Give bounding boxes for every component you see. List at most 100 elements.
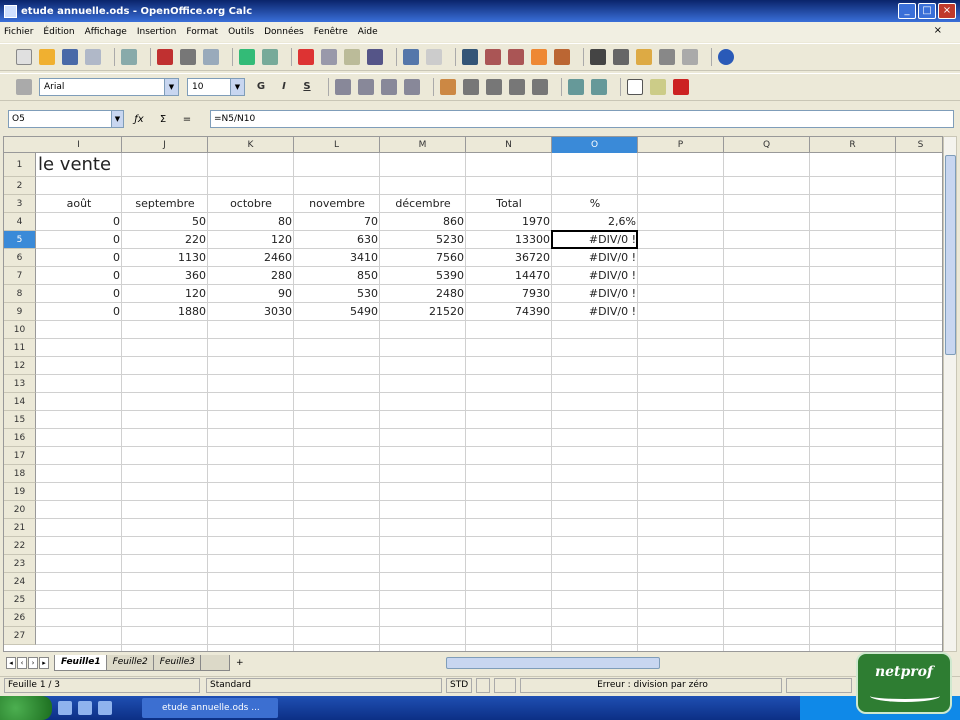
row-header-6[interactable]: 6 bbox=[4, 249, 36, 267]
row-header-11[interactable]: 11 bbox=[4, 339, 36, 357]
data-cell[interactable]: 36720 bbox=[466, 249, 552, 267]
function-wizard-icon[interactable]: ƒx bbox=[130, 114, 148, 125]
column-header-r[interactable]: R bbox=[810, 137, 896, 153]
add-sheet-icon[interactable]: + bbox=[236, 658, 244, 668]
sum-icon[interactable]: Σ bbox=[154, 114, 172, 125]
data-cell[interactable]: 860 bbox=[380, 213, 466, 231]
status-mode[interactable]: STD bbox=[446, 678, 472, 693]
data-cell[interactable]: 74390 bbox=[466, 303, 552, 321]
header-cell[interactable]: octobre bbox=[208, 195, 294, 213]
menu-donnees[interactable]: Données bbox=[264, 27, 304, 37]
tab-blank[interactable] bbox=[199, 655, 230, 671]
bold-icon[interactable]: G bbox=[253, 79, 269, 95]
data-cell[interactable]: 220 bbox=[122, 231, 208, 249]
media-icon[interactable] bbox=[98, 701, 112, 715]
column-header-l[interactable]: L bbox=[294, 137, 380, 153]
column-header-j[interactable]: J bbox=[122, 137, 208, 153]
redo-icon[interactable] bbox=[426, 49, 442, 65]
row-header-21[interactable]: 21 bbox=[4, 519, 36, 537]
row-header-19[interactable]: 19 bbox=[4, 483, 36, 501]
undo-icon[interactable] bbox=[403, 49, 419, 65]
row-header-7[interactable]: 7 bbox=[4, 267, 36, 285]
data-cell[interactable]: 5230 bbox=[380, 231, 466, 249]
first-sheet-icon[interactable]: ◂ bbox=[6, 657, 16, 669]
column-header-k[interactable]: K bbox=[208, 137, 294, 153]
column-header-q[interactable]: Q bbox=[724, 137, 810, 153]
tab-feuille1[interactable]: Feuille1 bbox=[54, 655, 108, 671]
datasource-icon[interactable] bbox=[659, 49, 675, 65]
data-cell[interactable]: 850 bbox=[294, 267, 380, 285]
name-box[interactable]: O5 ▼ bbox=[8, 110, 124, 128]
row-header-16[interactable]: 16 bbox=[4, 429, 36, 447]
header-cell[interactable]: % bbox=[552, 195, 638, 213]
row-header-12[interactable]: 12 bbox=[4, 357, 36, 375]
data-cell[interactable]: 0 bbox=[36, 303, 122, 321]
cut-icon[interactable] bbox=[298, 49, 314, 65]
chart-icon[interactable] bbox=[531, 49, 547, 65]
data-cell[interactable]: 0 bbox=[36, 267, 122, 285]
data-cell[interactable]: 0 bbox=[36, 249, 122, 267]
gallery-icon[interactable] bbox=[636, 49, 652, 65]
column-header-p[interactable]: P bbox=[638, 137, 724, 153]
row-header-27[interactable]: 27 bbox=[4, 627, 36, 645]
row-header-26[interactable]: 26 bbox=[4, 609, 36, 627]
menu-insertion[interactable]: Insertion bbox=[137, 27, 177, 37]
spellcheck-icon[interactable] bbox=[239, 49, 255, 65]
vertical-scrollbar[interactable] bbox=[943, 136, 957, 652]
new-icon[interactable] bbox=[16, 49, 32, 65]
show-desktop-icon[interactable] bbox=[58, 701, 72, 715]
tab-feuille2[interactable]: Feuille2 bbox=[105, 655, 155, 671]
row-header-3[interactable]: 3 bbox=[4, 195, 36, 213]
row-header-14[interactable]: 14 bbox=[4, 393, 36, 411]
data-cell[interactable]: 50 bbox=[122, 213, 208, 231]
print-preview-icon[interactable] bbox=[203, 49, 219, 65]
clone-format-icon[interactable] bbox=[367, 49, 383, 65]
data-cell[interactable]: 80 bbox=[208, 213, 294, 231]
menu-fenetre[interactable]: Fenêtre bbox=[314, 27, 348, 37]
save-icon[interactable] bbox=[62, 49, 78, 65]
italic-icon[interactable]: I bbox=[276, 79, 292, 95]
column-header-o[interactable]: O bbox=[552, 137, 638, 153]
scroll-thumb[interactable] bbox=[945, 155, 956, 355]
underline-icon[interactable]: S bbox=[299, 79, 315, 95]
row-header-13[interactable]: 13 bbox=[4, 375, 36, 393]
minimize-button[interactable]: _ bbox=[898, 3, 916, 19]
zoom-slider[interactable] bbox=[786, 678, 852, 693]
row-header-25[interactable]: 25 bbox=[4, 591, 36, 609]
row-header-8[interactable]: 8 bbox=[4, 285, 36, 303]
data-cell[interactable]: 1880 bbox=[122, 303, 208, 321]
menu-edition[interactable]: Édition bbox=[43, 27, 74, 37]
data-cell[interactable]: 120 bbox=[122, 285, 208, 303]
next-sheet-icon[interactable]: › bbox=[28, 657, 38, 669]
menu-fichier[interactable]: Fichier bbox=[4, 27, 33, 37]
data-cell[interactable]: #DIV/0 ! bbox=[552, 267, 638, 285]
row-header-2[interactable]: 2 bbox=[4, 177, 36, 195]
data-cell[interactable]: #DIV/0 ! bbox=[552, 303, 638, 321]
font-color-icon[interactable] bbox=[673, 79, 689, 95]
chevron-down-icon[interactable]: ▼ bbox=[164, 79, 178, 95]
open-icon[interactable] bbox=[39, 49, 55, 65]
horizontal-scrollbar[interactable] bbox=[446, 657, 660, 669]
menu-format[interactable]: Format bbox=[186, 27, 218, 37]
data-cell[interactable]: 280 bbox=[208, 267, 294, 285]
data-cell[interactable]: 530 bbox=[294, 285, 380, 303]
equals-icon[interactable]: = bbox=[178, 114, 196, 125]
delete-decimal-icon[interactable] bbox=[532, 79, 548, 95]
close-button[interactable]: × bbox=[938, 3, 956, 19]
edit-file-icon[interactable] bbox=[121, 49, 137, 65]
help-icon[interactable] bbox=[718, 49, 734, 65]
font-size-select[interactable]: 10 ▼ bbox=[187, 78, 245, 96]
data-cell[interactable]: 630 bbox=[294, 231, 380, 249]
row-header-15[interactable]: 15 bbox=[4, 411, 36, 429]
data-cell[interactable]: 7560 bbox=[380, 249, 466, 267]
column-header-m[interactable]: M bbox=[380, 137, 466, 153]
header-cell[interactable]: décembre bbox=[380, 195, 466, 213]
menu-outils[interactable]: Outils bbox=[228, 27, 254, 37]
sort-desc-icon[interactable] bbox=[508, 49, 524, 65]
data-cell[interactable]: 3030 bbox=[208, 303, 294, 321]
increase-indent-icon[interactable] bbox=[591, 79, 607, 95]
title-bar[interactable]: etude annuelle.ods - OpenOffice.org Calc… bbox=[0, 0, 960, 22]
header-cell[interactable]: septembre bbox=[122, 195, 208, 213]
merge-cells-icon[interactable] bbox=[440, 79, 456, 95]
data-cell[interactable]: 14470 bbox=[466, 267, 552, 285]
